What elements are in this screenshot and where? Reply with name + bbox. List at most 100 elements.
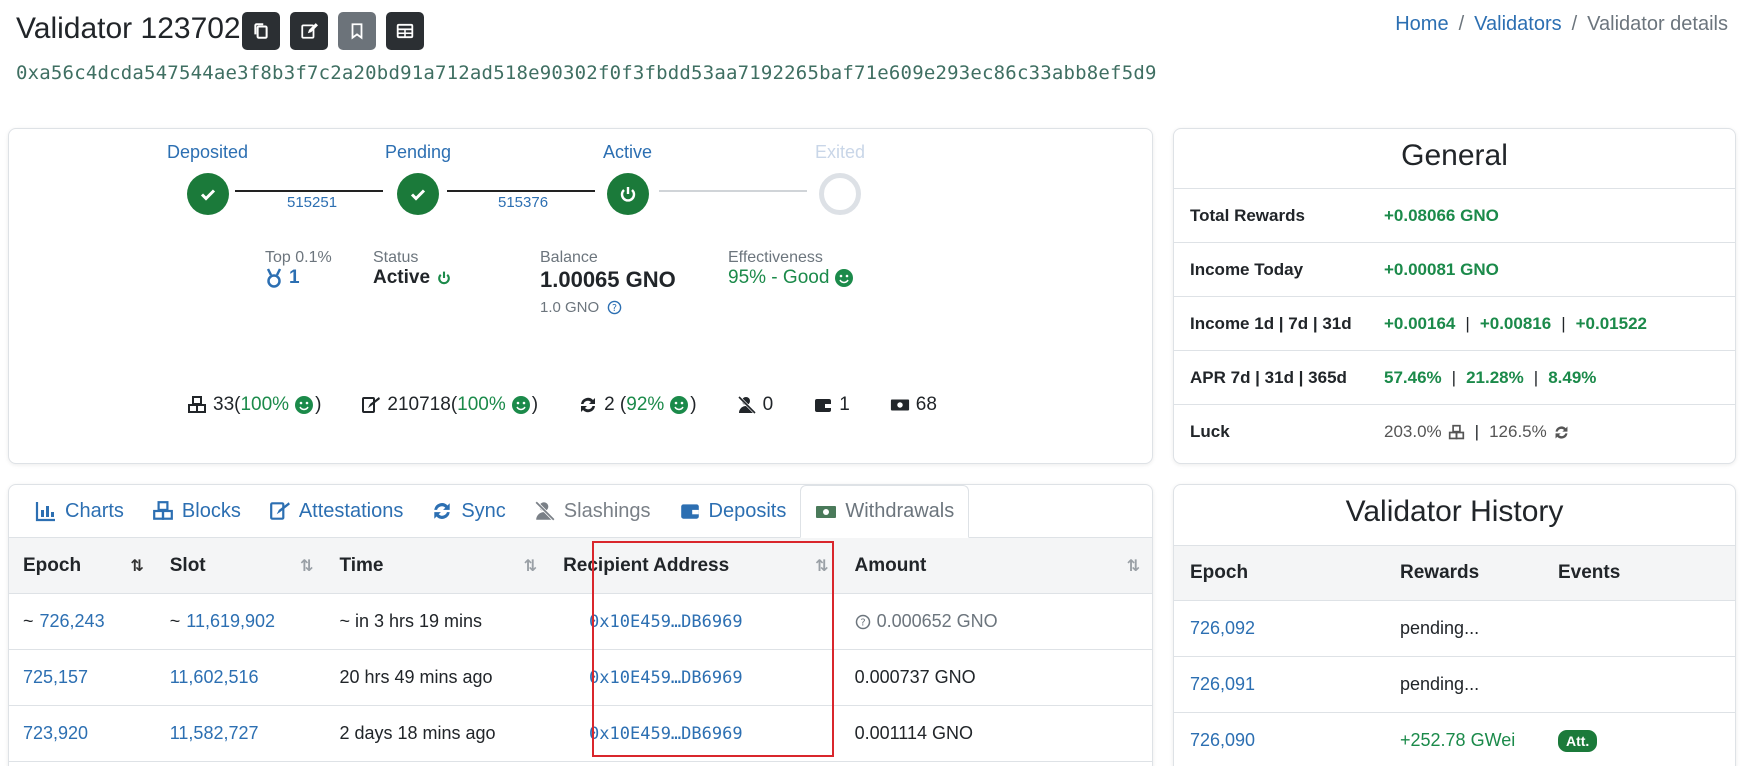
- bookmark-icon: [351, 23, 363, 40]
- tab-sync[interactable]: Sync: [417, 485, 519, 537]
- status-label: Status: [373, 249, 419, 266]
- recipient-address-link[interactable]: 0x10E459…DB6969: [589, 612, 743, 632]
- slot-link[interactable]: 11,619,902: [186, 611, 275, 632]
- power-icon: [438, 271, 450, 285]
- sort-icon[interactable]: ⇅: [300, 556, 313, 576]
- edit-button[interactable]: [290, 12, 328, 50]
- apr-row: APR 7d | 31d | 365d 57.46% | 21.28% | 8.…: [1174, 351, 1735, 405]
- income-periods-label: Income 1d | 7d | 31d: [1190, 313, 1352, 333]
- epoch-link[interactable]: 725,157: [23, 667, 88, 688]
- copy-button[interactable]: [242, 12, 280, 50]
- activation-epoch[interactable]: 515376: [498, 194, 548, 211]
- tab-deposits[interactable]: Deposits: [665, 485, 801, 537]
- column-label: Epoch: [23, 554, 82, 576]
- effective-balance-value: 1.0 GNO: [540, 299, 600, 316]
- slot-link[interactable]: 11,602,516: [170, 667, 259, 688]
- effective-balance: 1.0 GNO ?: [540, 299, 676, 316]
- approx-prefix: ~: [23, 611, 34, 631]
- column-header-recipient-address[interactable]: Recipient Address ⇅: [549, 538, 840, 593]
- time-cell: ~ in 3 hrs 19 mins: [339, 611, 483, 631]
- attestations-counter[interactable]: 210718(100% ): [361, 394, 538, 416]
- history-table-header: Epoch Rewards Events: [1174, 545, 1735, 601]
- power-icon: [606, 173, 649, 215]
- history-epoch-link[interactable]: 726,092: [1174, 618, 1386, 639]
- income-periods-values: +0.00164 | +0.00816 | +0.01522: [1384, 314, 1647, 334]
- recipient-address-link[interactable]: 0x10E459…DB6969: [589, 668, 743, 688]
- history-epoch-link[interactable]: 726,091: [1174, 674, 1386, 695]
- deposited-epoch[interactable]: 515251: [287, 194, 337, 211]
- epoch-cell: 725,157: [9, 667, 156, 688]
- sort-icon[interactable]: ⇅: [524, 556, 537, 576]
- table-row: 726,090 +252.78 GWei Att.: [1174, 713, 1735, 766]
- amount-cell: 0.000737 GNO: [854, 667, 976, 687]
- column-header-epoch[interactable]: Epoch ⇅: [9, 538, 156, 593]
- history-epoch-link[interactable]: 726,090: [1174, 730, 1386, 751]
- history-title: Validator History: [1345, 495, 1564, 528]
- sync-count: 2: [604, 394, 615, 415]
- status-stat: Status Active: [373, 249, 452, 289]
- slot-link[interactable]: 11,582,727: [170, 723, 259, 744]
- tab-bar: Charts Blocks Attestations Sync Slashing…: [9, 485, 1152, 538]
- tab-charts[interactable]: Charts: [21, 485, 138, 537]
- separator: |: [1474, 422, 1480, 441]
- column-header-events: Events: [1558, 562, 1621, 583]
- rank-value-wrap[interactable]: 1: [265, 267, 332, 289]
- balance-label: Balance: [540, 249, 598, 266]
- slashings-counter[interactable]: 0: [737, 394, 773, 416]
- step-label: Active: [603, 142, 653, 162]
- deposits-count: 1: [839, 394, 850, 415]
- step-label: Pending: [385, 142, 452, 162]
- table-row: 726,091 pending...: [1174, 657, 1735, 713]
- validator-pubkey[interactable]: 0xa56c4dcda547544ae3f8b3f7c2a20bd91a712a…: [16, 62, 1157, 84]
- column-header-slot[interactable]: Slot ⇅: [156, 538, 326, 593]
- luck-values: 203.0% | 126.5%: [1384, 422, 1570, 442]
- luck-blocks: 203.0%: [1384, 422, 1442, 441]
- column-label: Slot: [169, 554, 206, 576]
- help-icon[interactable]: ?: [855, 614, 871, 630]
- recipient-address-link[interactable]: 0x10E459…DB6969: [589, 724, 743, 744]
- withdrawals-counter[interactable]: 68: [890, 394, 937, 416]
- rank-stat: Top 0.1% 1: [265, 249, 332, 289]
- rank-label: Top 0.1%: [265, 249, 332, 266]
- tab-label: Slashings: [563, 499, 651, 522]
- blocks-pct: 100%: [240, 394, 290, 415]
- tab-slashings[interactable]: Slashings: [520, 485, 665, 537]
- slot-cell: 11,582,727: [156, 723, 326, 744]
- epoch-link[interactable]: 723,920: [23, 723, 88, 744]
- column-header-time[interactable]: Time ⇅: [325, 538, 549, 593]
- check-icon: [397, 173, 440, 215]
- income-1d: +0.00164: [1384, 313, 1456, 333]
- breadcrumb-validators[interactable]: Validators: [1474, 13, 1561, 36]
- tab-blocks[interactable]: Blocks: [138, 485, 255, 537]
- breadcrumb-separator: /: [1458, 13, 1465, 35]
- luck-row: Luck 203.0% | 126.5%: [1174, 405, 1735, 459]
- check-icon: [186, 173, 229, 215]
- sync-counter[interactable]: 2 (92% ): [578, 394, 697, 416]
- smile-icon: [511, 396, 530, 414]
- address-cell: 0x10E459…DB6969: [549, 612, 841, 632]
- table-row: 723,920 11,582,727 2 days 18 mins ago 0x…: [9, 706, 1152, 762]
- help-icon[interactable]: ?: [607, 300, 622, 315]
- apr-365d: 8.49%: [1548, 367, 1597, 387]
- tab-attestations[interactable]: Attestations: [255, 485, 418, 537]
- sort-icon[interactable]: ⇅: [815, 556, 828, 576]
- table-view-button[interactable]: [386, 12, 424, 50]
- total-rewards-label: Total Rewards: [1190, 205, 1305, 225]
- sort-icon[interactable]: ⇅: [1127, 556, 1140, 576]
- column-label: Recipient Address: [563, 554, 730, 576]
- tab-withdrawals[interactable]: Withdrawals: [800, 485, 970, 538]
- epoch-link[interactable]: 726,243: [40, 611, 105, 632]
- attestation-badge[interactable]: Att.: [1558, 729, 1598, 752]
- cubes-icon: [153, 501, 173, 520]
- bookmark-button[interactable]: [338, 12, 376, 50]
- amount-cell: 0.001114 GNO: [854, 723, 973, 743]
- blocks-counter[interactable]: 33(100% ): [187, 394, 321, 416]
- general-title: General: [1174, 129, 1735, 189]
- sort-icon[interactable]: ⇅: [130, 556, 143, 576]
- copy-icon: [254, 23, 268, 39]
- amount-cell: ? 0.000652 GNO: [841, 611, 1152, 632]
- breadcrumb-home[interactable]: Home: [1395, 13, 1448, 36]
- deposits-counter[interactable]: 1: [813, 394, 850, 416]
- step-label: Exited: [815, 142, 866, 162]
- column-header-amount[interactable]: Amount ⇅: [841, 538, 1152, 593]
